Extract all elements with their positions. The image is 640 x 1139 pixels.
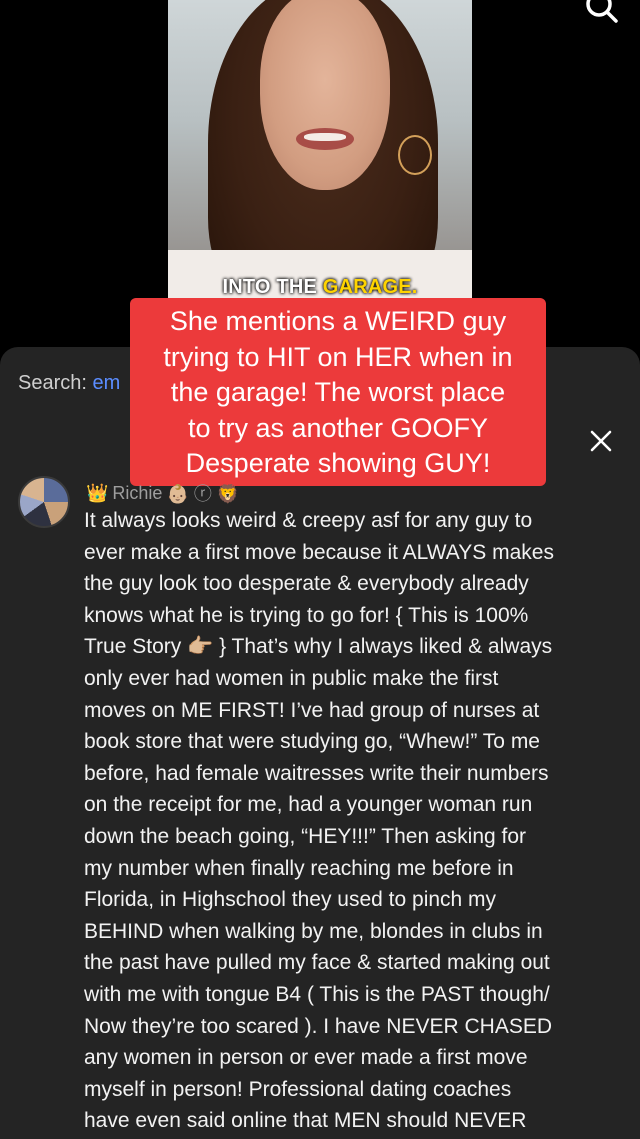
overlay-line: Desperate showing GUY! bbox=[185, 448, 491, 478]
video-frame-teeth bbox=[304, 133, 346, 141]
close-icon bbox=[590, 430, 612, 452]
close-button[interactable] bbox=[588, 428, 614, 454]
video-caption-prefix: INTO THE bbox=[222, 276, 318, 298]
overlay-line: to try as another GOOFY bbox=[187, 412, 489, 443]
video-player[interactable] bbox=[168, 0, 472, 300]
comment-line: only ever had women in public make the f… bbox=[84, 666, 499, 690]
comment-line: my number when finally reaching me befor… bbox=[84, 856, 514, 880]
comment-line: any women in person or ever made a first… bbox=[84, 1046, 528, 1070]
comment-line: book store that were studying go, “Whew!… bbox=[84, 730, 540, 754]
comment-line-part: True Story bbox=[84, 635, 182, 659]
comment-line: before, had female waitresses write thei… bbox=[84, 761, 549, 785]
comment-line: moves on ME FIRST! I’ve had group of nur… bbox=[84, 698, 540, 722]
video-caption-highlight: GARAGE. bbox=[322, 276, 418, 298]
comment-line: the past have pulled my face & started m… bbox=[84, 951, 550, 975]
comment-username[interactable]: 👑 Richie 👶🏼 ⓡ 🦁 bbox=[86, 480, 239, 506]
search-query-bar[interactable]: Search: em bbox=[18, 372, 120, 395]
comment-line: myself in person! Professional dating co… bbox=[84, 1077, 512, 1101]
search-query: em bbox=[92, 372, 121, 394]
comment-line: Florida, in Highschool they used to pinc… bbox=[84, 888, 497, 912]
username-text: Richie bbox=[112, 482, 163, 503]
comment-line: the guy look too desperate & everybody a… bbox=[84, 572, 529, 596]
comment-line: with me with tongue B4 ( This is the PAS… bbox=[84, 982, 550, 1006]
video-caption: INTO THE GARAGE. bbox=[0, 276, 640, 299]
avatar[interactable] bbox=[18, 476, 70, 528]
red-text-overlay: She mentions a WEIRD guy trying to HIT o… bbox=[130, 298, 546, 486]
search-button[interactable] bbox=[580, 0, 620, 26]
comment-line: have even said online that MEN should NE… bbox=[84, 1109, 527, 1133]
video-frame-earring bbox=[398, 135, 432, 175]
comment-line: ever make a first move because it ALWAYS… bbox=[84, 540, 554, 564]
comment-line-part: } That’s why I always liked & always bbox=[213, 635, 553, 659]
video-frame-face bbox=[260, 0, 390, 190]
comment-line: Now they’re too scared ). I have NEVER C… bbox=[84, 1014, 553, 1038]
comment-line: knows what he is trying to go for! { Thi… bbox=[84, 603, 529, 627]
search-icon bbox=[586, 0, 618, 23]
comment-line: True Story 👉🏼 } That’s why I always like… bbox=[84, 631, 624, 663]
comment-line: BEHIND when walking by me, blondes in cl… bbox=[84, 919, 543, 943]
overlay-line: trying to HIT on HER when in bbox=[163, 341, 513, 372]
search-label: Search: bbox=[18, 372, 87, 394]
overlay-line: She mentions a WEIRD guy bbox=[169, 306, 507, 336]
crown-emoji: 👑 bbox=[86, 482, 109, 503]
overlay-line: the garage! The worst place bbox=[170, 377, 506, 407]
username-emojis: 👶🏼 ⓡ 🦁 bbox=[166, 484, 240, 504]
comment-line: It always looks weird & creepy asf for a… bbox=[84, 509, 533, 532]
pointing-emoji: 👉🏼 bbox=[187, 635, 214, 659]
comment-line: on the receipt for me, had a younger wom… bbox=[84, 793, 533, 817]
comment-text: It always looks weird & creepy asf for a… bbox=[84, 505, 624, 1137]
comment-line: down the beach going, “HEY!!!” Then aski… bbox=[84, 824, 527, 848]
